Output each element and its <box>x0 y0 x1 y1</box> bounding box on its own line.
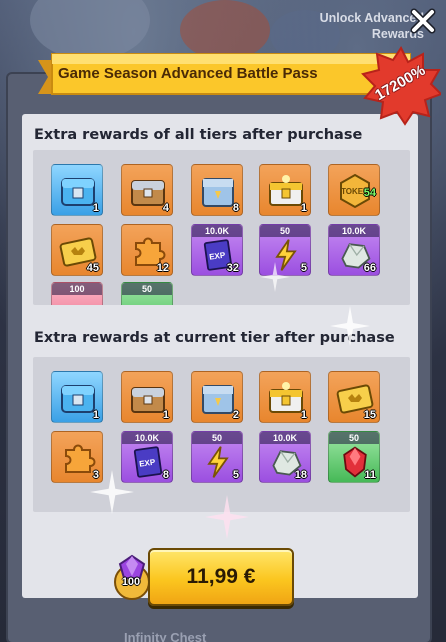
reward-top-amount: 50 <box>329 432 379 444</box>
reward-count: 5 <box>300 262 307 274</box>
reward-tile[interactable]: 10.0K 66 <box>328 224 380 276</box>
reward-tile[interactable]: 50 5 <box>259 224 311 276</box>
reward-count: 45 <box>86 262 99 274</box>
reward-tile[interactable]: 10.0K EXP 8 <box>121 431 173 483</box>
reward-tile[interactable]: 1 <box>51 164 103 216</box>
purchase-price: 11,99 € <box>186 565 256 588</box>
section-current-tier-title: Extra rewards at current tier after purc… <box>34 330 395 346</box>
reward-count: 18 <box>294 469 307 481</box>
reward-count: 66 <box>363 262 376 274</box>
reward-tile[interactable]: 3 <box>51 431 103 483</box>
green-item-icon <box>130 295 166 305</box>
reward-tile[interactable]: 2 <box>191 371 243 423</box>
reward-badge-amount: 54 <box>363 187 376 199</box>
reward-tile[interactable]: 45 <box>51 224 103 276</box>
reward-count: 8 <box>162 469 169 481</box>
reward-tile[interactable]: 15 <box>328 371 380 423</box>
reward-top-amount: 50 <box>192 432 242 444</box>
pass-title: Game Season Advanced Battle Pass <box>58 65 318 82</box>
gift-icon <box>60 295 96 305</box>
reward-count: 8 <box>232 202 239 214</box>
purchase-button[interactable]: 11,99 € <box>148 548 294 606</box>
reward-top-amount: 10.0K <box>260 432 310 444</box>
exp-book-icon: EXP <box>133 446 163 478</box>
reward-top-amount: 100 <box>52 283 102 295</box>
reward-count: 11 <box>364 469 376 481</box>
reward-tile[interactable]: 100 <box>51 282 103 305</box>
reward-tile[interactable]: 8 <box>191 164 243 216</box>
reward-count: 4 <box>162 202 169 214</box>
reward-top-amount: 10.0K <box>192 225 242 237</box>
reward-top-amount: 10.0K <box>122 432 172 444</box>
reward-count: 5 <box>232 469 239 481</box>
section-all-tiers-title: Extra rewards of all tiers after purchas… <box>34 127 363 143</box>
reward-tile[interactable]: 1 <box>51 371 103 423</box>
reward-tile[interactable]: 1 <box>259 164 311 216</box>
reward-tile[interactable]: 1 <box>259 371 311 423</box>
reward-tile[interactable]: 50 <box>121 282 173 305</box>
lightning-icon <box>275 239 297 271</box>
reward-tile[interactable]: 10.0K 18 <box>259 431 311 483</box>
reward-count: 12 <box>156 262 169 274</box>
reward-tile[interactable]: 1 <box>121 371 173 423</box>
reward-tile[interactable]: 10.0K EXP 32 <box>191 224 243 276</box>
reward-count: 1 <box>92 202 99 214</box>
reward-count: 32 <box>226 262 239 274</box>
reward-top-amount: 50 <box>122 283 172 295</box>
reward-count: 1 <box>92 409 99 421</box>
close-icon[interactable] <box>408 6 438 36</box>
reward-count: 15 <box>363 409 376 421</box>
reward-tile[interactable]: 4 <box>121 164 173 216</box>
section-all-tiers-grid: 1 4 8 1 TOKEN 54 45 12 10.0K EXP 32 50 5 10.0K 66 100 50 <box>33 150 410 305</box>
reward-count: 1 <box>300 202 307 214</box>
section-current-tier-grid: 1 1 2 1 15 3 10.0K EXP 8 50 5 10.0K 18 50 11 <box>33 357 410 512</box>
reward-top-amount: 10.0K <box>329 225 379 237</box>
reward-count: 1 <box>162 409 169 421</box>
reward-count: 3 <box>92 469 99 481</box>
reward-tile[interactable]: 50 11 <box>328 431 380 483</box>
next-item-hint: Infinity Chest <box>124 630 207 642</box>
reward-top-amount: 50 <box>260 225 310 237</box>
reward-tile[interactable]: 12 <box>121 224 173 276</box>
reward-count: 1 <box>300 409 307 421</box>
reward-tile[interactable]: TOKEN 54 <box>328 164 380 216</box>
gem-bonus-amount: 100 <box>121 576 141 588</box>
reward-count: 2 <box>232 409 239 421</box>
reward-tile[interactable]: 50 5 <box>191 431 243 483</box>
lightning-icon <box>207 446 229 478</box>
